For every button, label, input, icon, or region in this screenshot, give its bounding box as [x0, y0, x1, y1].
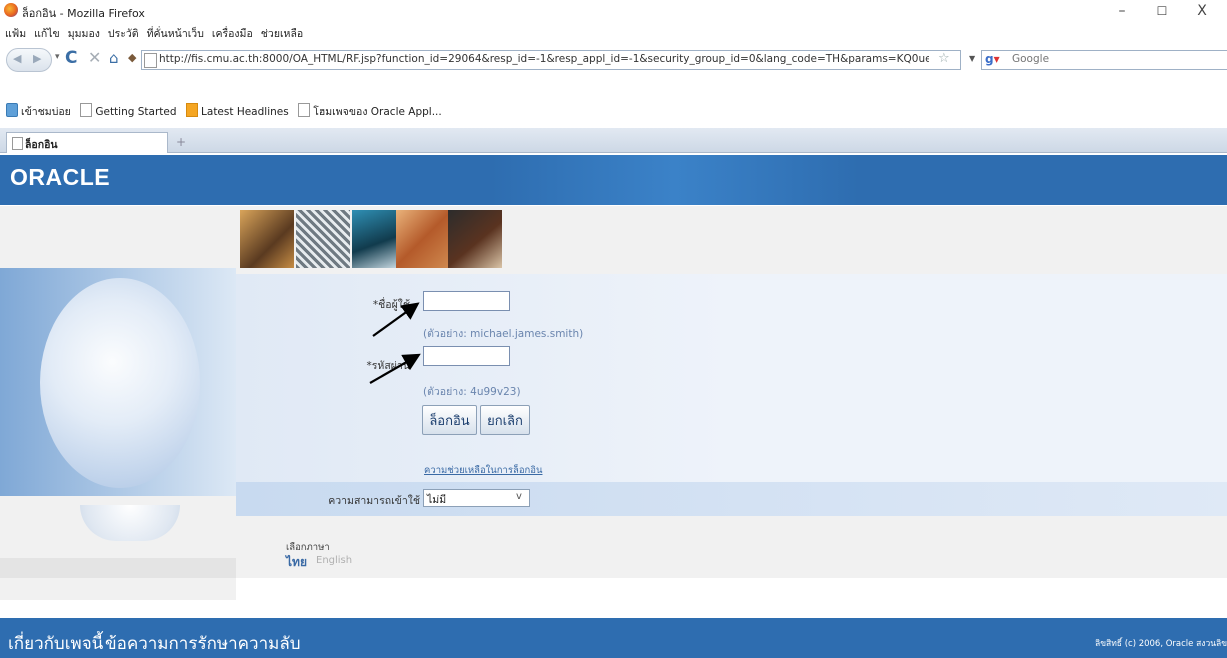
tab-label: ล็อกอิน [25, 139, 58, 151]
bookmark-label: Latest Headlines [201, 106, 289, 118]
bookmark-getting-started[interactable]: Getting Started [80, 103, 177, 118]
new-tab-button[interactable]: + [170, 134, 192, 150]
star-icon[interactable]: ☆ [938, 51, 950, 66]
username-hint: (ตัวอย่าง: michael.james.smith) [423, 328, 584, 340]
banner-photo [296, 210, 350, 268]
page-icon [144, 53, 157, 68]
window-title: ล็อกอิน - Mozilla Firefox [22, 7, 145, 20]
about-page-link[interactable]: เกี่ยวกับเพจนี้ [8, 630, 103, 657]
url-text[interactable]: http://fis.cmu.ac.th:8000/OA_HTML/RF.jsp… [159, 53, 929, 65]
google-icon[interactable]: g▾ [985, 52, 1000, 66]
chevron-down-icon[interactable]: v [516, 491, 522, 502]
bookmark-latest-headlines[interactable]: Latest Headlines [186, 103, 289, 118]
banner-photo [396, 210, 450, 268]
accessibility-select[interactable]: ไม่มี v [423, 489, 530, 507]
page-icon [12, 137, 23, 150]
rss-icon [186, 103, 199, 117]
accessibility-label: ความสามารถเข้าใช้ [328, 495, 420, 507]
page-icon [298, 103, 311, 117]
oracle-logo: ORACLE [10, 164, 111, 190]
stop-icon[interactable]: ✕ [88, 48, 101, 67]
back-arrow-icon[interactable]: ◀ [13, 52, 21, 65]
privacy-statement-link[interactable]: ข้อความการรักษาความลับ [105, 630, 301, 657]
search-input[interactable] [1012, 53, 1212, 65]
url-dropdown-icon[interactable]: ▼ [969, 54, 975, 63]
bookmark-label: เข้าชมบ่อย [21, 106, 71, 118]
annotation-arrows [369, 302, 421, 384]
bookmark-most-visited[interactable]: เข้าชมบ่อย [6, 103, 71, 120]
firefox-icon [4, 3, 18, 17]
window-titlebar: ล็อกอิน - Mozilla Firefox – ☐ X [0, 0, 1227, 22]
page-icon [80, 103, 93, 117]
globe-image [40, 278, 200, 488]
search-bar[interactable]: g▾ [981, 50, 1227, 70]
close-button[interactable]: X [1182, 0, 1222, 22]
navigation-toolbar: ◀ ▶ ▾ C ✕ ⌂ ◆ http://fis.cmu.ac.th:8000/… [0, 42, 1227, 76]
tab-login[interactable]: ล็อกอิน [6, 132, 168, 153]
copyright-text: ลิขสิทธิ์ (c) 2006, Oracle สงวนลิขสิทธิ์ [1095, 639, 1227, 649]
banner-photo [448, 210, 502, 268]
bookmark-label: โฮมเพจของ Oracle Appl... [313, 106, 442, 118]
menu-bar: แฟ้ม แก้ไข มุมมอง ประวัติ ที่คั่นหน้าเว็บ เคร… [0, 22, 1227, 42]
menu-bookmarks[interactable]: ที่คั่นหน้าเว็บ [142, 22, 207, 42]
bookmarks-toolbar: เข้าชมบ่อย Getting Started Latest Headli… [0, 103, 1227, 125]
language-thai-link[interactable]: ไทย [286, 553, 307, 572]
back-forward-button[interactable]: ◀ ▶ [6, 48, 52, 72]
bookmark-oracle-home[interactable]: โฮมเพจของ Oracle Appl... [298, 103, 442, 120]
tab-strip: ล็อกอิน + [0, 128, 1227, 153]
url-bar[interactable]: http://fis.cmu.ac.th:8000/OA_HTML/RF.jsp… [141, 50, 961, 70]
cancel-button[interactable]: ยกเลิก [480, 405, 530, 435]
language-area [236, 516, 1227, 578]
reload-icon[interactable]: C [65, 48, 77, 68]
most-visited-icon [6, 103, 18, 117]
oracle-header: ORACLE [0, 155, 1227, 205]
accessibility-value: ไม่มี [427, 494, 447, 506]
left-bottom-strip [0, 558, 236, 578]
menu-help[interactable]: ช่วยเหลือ [256, 22, 306, 42]
menu-tools[interactable]: เครื่องมือ [207, 22, 256, 42]
login-button[interactable]: ล็อกอิน [422, 405, 477, 435]
maximize-button[interactable]: ☐ [1142, 0, 1182, 22]
login-help-link[interactable]: ความช่วยเหลือในการล็อกอิน [424, 463, 542, 478]
home-icon[interactable]: ⌂ [109, 49, 119, 67]
bookmark-page-icon[interactable]: ◆ [128, 51, 136, 64]
banner-photo [240, 210, 294, 268]
footer: เกี่ยวกับเพจนี้ ข้อความการรักษาความลับ ล… [0, 618, 1227, 658]
bookmark-label: Getting Started [95, 106, 177, 118]
history-dropdown-icon[interactable]: ▾ [55, 52, 60, 62]
menu-file[interactable]: แฟ้ม [0, 22, 29, 42]
menu-edit[interactable]: แก้ไข [29, 22, 63, 42]
language-english-link[interactable]: English [316, 555, 352, 566]
minimize-button[interactable]: – [1102, 0, 1142, 22]
menu-view[interactable]: มุมมอง [63, 22, 103, 42]
forward-arrow-icon[interactable]: ▶ [33, 52, 41, 65]
menu-history[interactable]: ประวัติ [103, 22, 142, 42]
